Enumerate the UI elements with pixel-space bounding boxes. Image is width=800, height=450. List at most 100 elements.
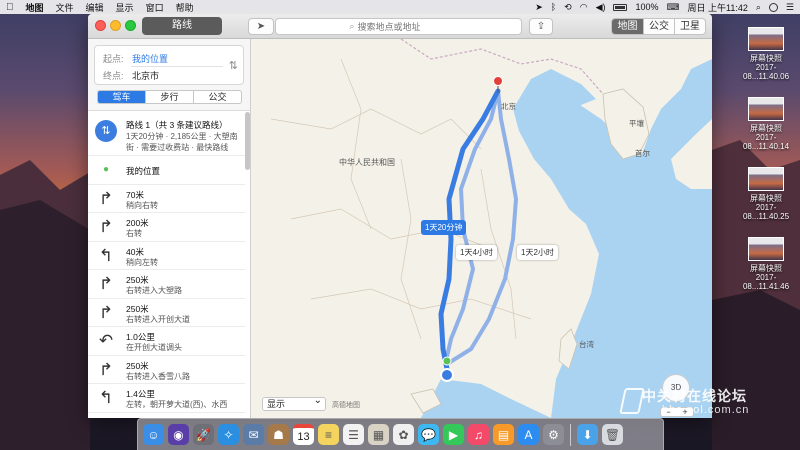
screenshot-thumbnail <box>748 97 784 121</box>
reminders-icon[interactable]: ☰ <box>343 424 364 445</box>
menu-view[interactable]: 显示 <box>116 1 134 14</box>
sidebar-scrollbar[interactable] <box>245 112 250 170</box>
direction-step[interactable]: ● 我的位置 <box>88 156 245 185</box>
calendar-icon[interactable]: 13 <box>293 424 314 445</box>
tab-transit[interactable]: 公交 <box>643 19 674 34</box>
transport-mode-control: 驾车 步行 公交 <box>97 90 242 104</box>
maps-window: 路线 ➤ ⌕ ⇪ 地图 公交 卫星 起点: 我的位置 终点: 北京市 ⇅ 驾车 <box>88 14 712 418</box>
music-icon[interactable]: ♫ <box>468 424 489 445</box>
desktop-file-screenshot-4[interactable]: 屏幕快照 2017-08...11.41.46 <box>736 237 796 291</box>
direction-step[interactable]: ↱ 70米 稍向右转 <box>88 185 245 213</box>
step-instruction: 右转 <box>126 229 142 238</box>
photos-slides-icon[interactable]: ▦ <box>368 424 389 445</box>
direction-step[interactable]: ↰ 40米 稍向左转 <box>88 242 245 270</box>
direction-step[interactable]: ↶ 1.0公里 在开创大道调头 <box>88 327 245 356</box>
contacts-icon[interactable]: ☗ <box>268 424 289 445</box>
bluetooth-icon[interactable]: ᛒ <box>551 2 556 12</box>
fullscreen-button[interactable] <box>125 20 136 31</box>
endpoint-divider <box>131 66 223 67</box>
directions-list: ⇅ 路线 1（共 3 条建议路线） 1天20分钟 · 2,185公里 · 大塑南… <box>88 110 250 418</box>
input-source-icon[interactable]: ⌨ <box>667 2 680 13</box>
search-input[interactable] <box>357 21 448 32</box>
directions-toggle-button[interactable]: 路线 <box>142 17 222 35</box>
menu-app-maps[interactable]: 地图 <box>26 1 44 14</box>
direction-step[interactable]: ↱ 250米 右转进入大塑路 <box>88 270 245 299</box>
finder-icon[interactable]: ☺ <box>143 424 164 445</box>
direction-step[interactable]: ↰ 1.4公里 左转，朝开萝大道(西)、水西 <box>88 384 245 413</box>
system-prefs-icon[interactable]: ⚙ <box>543 424 564 445</box>
tab-transit-directions[interactable]: 公交 <box>193 91 241 103</box>
start-label: 起点: <box>103 54 124 64</box>
search-field[interactable]: ⌕ <box>275 18 522 35</box>
close-button[interactable] <box>95 20 106 31</box>
menubar-clock[interactable]: 周日 上午11:42 <box>688 1 748 14</box>
notification-center-icon[interactable]: ☰ <box>786 2 794 13</box>
menu-file[interactable]: 文件 <box>56 1 74 14</box>
map-canvas <box>270 39 712 418</box>
apple-menu-icon[interactable]:  <box>6 2 14 13</box>
display-options-select[interactable]: 显示 <box>262 395 326 411</box>
destination-pin[interactable] <box>493 76 503 86</box>
end-row[interactable]: 终点: 北京市 <box>103 69 159 82</box>
tab-walk[interactable]: 步行 <box>145 91 193 103</box>
ibooks-icon[interactable]: ▤ <box>493 424 514 445</box>
menu-window[interactable]: 窗口 <box>146 1 164 14</box>
current-location-marker[interactable] <box>440 368 454 382</box>
time-machine-icon[interactable]: ⟲ <box>564 2 572 13</box>
title-bar: 路线 ➤ ⌕ ⇪ 地图 公交 卫星 <box>88 14 712 39</box>
route-endpoints: 起点: 我的位置 终点: 北京市 ⇅ <box>94 45 244 85</box>
swap-endpoints-icon[interactable]: ⇅ <box>229 59 238 72</box>
route-3-time-label[interactable]: 1天2小时 <box>517 245 558 260</box>
label-china: 中华人民共和国 <box>339 158 395 167</box>
route-1-time-label[interactable]: 1天20分钟 <box>421 220 467 235</box>
step-distance: 我的位置 <box>126 166 161 176</box>
volume-icon[interactable]: ◀) <box>596 2 606 13</box>
notes-icon[interactable]: ≡ <box>318 424 339 445</box>
turn-right-icon: ↱ <box>98 188 114 208</box>
end-field[interactable]: 北京市 <box>132 71 159 81</box>
direction-step[interactable]: ↱ 250米 右转进入开创大道 <box>88 299 245 327</box>
menu-help[interactable]: 帮助 <box>176 1 194 14</box>
start-row[interactable]: 起点: 我的位置 <box>103 52 168 65</box>
start-field[interactable]: 我的位置 <box>132 54 168 64</box>
minimize-button[interactable] <box>110 20 121 31</box>
map-view[interactable]: 北京 平壤 首尔 中华人民共和国 台湾 1天20分钟 1天4小时 1天2小时 显… <box>251 39 712 418</box>
route-summary-detail: 1天20分钟 · 2,185公里 · 大塑南街 · 需要过收费站 · 最快路线 <box>126 132 238 152</box>
mail-stamp-icon[interactable]: ✉ <box>243 424 264 445</box>
route-2-time-label[interactable]: 1天4小时 <box>456 245 497 260</box>
desktop-file-screenshot-3[interactable]: 屏幕快照 2017-08...11.40.25 <box>736 167 796 221</box>
wifi-icon[interactable]: ◠ <box>580 2 588 13</box>
screenshot-thumbnail <box>748 167 784 191</box>
messages-icon[interactable]: 💬 <box>418 424 439 445</box>
watermark-brand: 中关村在线论坛 <box>642 388 747 404</box>
tab-satellite[interactable]: 卫星 <box>674 19 705 34</box>
battery-icon[interactable] <box>613 3 628 11</box>
current-location-button[interactable]: ➤ <box>248 18 274 35</box>
route-summary[interactable]: ⇅ 路线 1（共 3 条建议路线） 1天20分钟 · 2,185公里 · 大塑南… <box>88 111 245 156</box>
tab-drive[interactable]: 驾车 <box>98 91 145 103</box>
tab-map[interactable]: 地图 <box>612 19 643 34</box>
menu-bar:  地图 文件 编辑 显示 窗口 帮助 ➤ ᛒ ⟲ ◠ ◀) 100% ⌨ 周日… <box>0 0 800 14</box>
file-name: 屏幕快照 <box>750 124 782 133</box>
launchpad-icon[interactable]: 🚀 <box>193 424 214 445</box>
downloads-icon[interactable]: ⬇ <box>577 424 598 445</box>
trash-icon[interactable]: 🗑 <box>602 424 623 445</box>
photos-icon[interactable]: ✿ <box>393 424 414 445</box>
map-provider-label[interactable]: 高德地图 <box>332 400 360 410</box>
dock: ☺ ◉ 🚀 ✧ ✉ ☗ 13 ≡ ☰ ▦ ✿ 💬 ▶ ♫ ▤ A ⚙ ⬇ 🗑 <box>137 418 664 450</box>
share-button[interactable]: ⇪ <box>529 18 553 35</box>
safari-icon[interactable]: ✧ <box>218 424 239 445</box>
route-swap-icon: ⇅ <box>95 120 117 142</box>
direction-step[interactable]: ↱ 250米 右转进入香雪八路 <box>88 356 245 384</box>
user-account-icon[interactable] <box>768 2 778 12</box>
siri-icon[interactable]: ◉ <box>168 424 189 445</box>
location-status-icon[interactable]: ➤ <box>535 2 543 13</box>
desktop-file-screenshot-2[interactable]: 屏幕快照 2017-08...11.40.14 <box>736 97 796 151</box>
desktop-file-screenshot-1[interactable]: 屏幕快照 2017-08...11.40.06 <box>736 27 796 81</box>
direction-step[interactable]: ↱ 200米 右转 <box>88 213 245 242</box>
menu-edit[interactable]: 编辑 <box>86 1 104 14</box>
file-name: 屏幕快照 <box>750 264 782 273</box>
app-store-icon[interactable]: A <box>518 424 539 445</box>
spotlight-icon[interactable]: ⌕ <box>756 2 761 13</box>
facetime-icon[interactable]: ▶ <box>443 424 464 445</box>
